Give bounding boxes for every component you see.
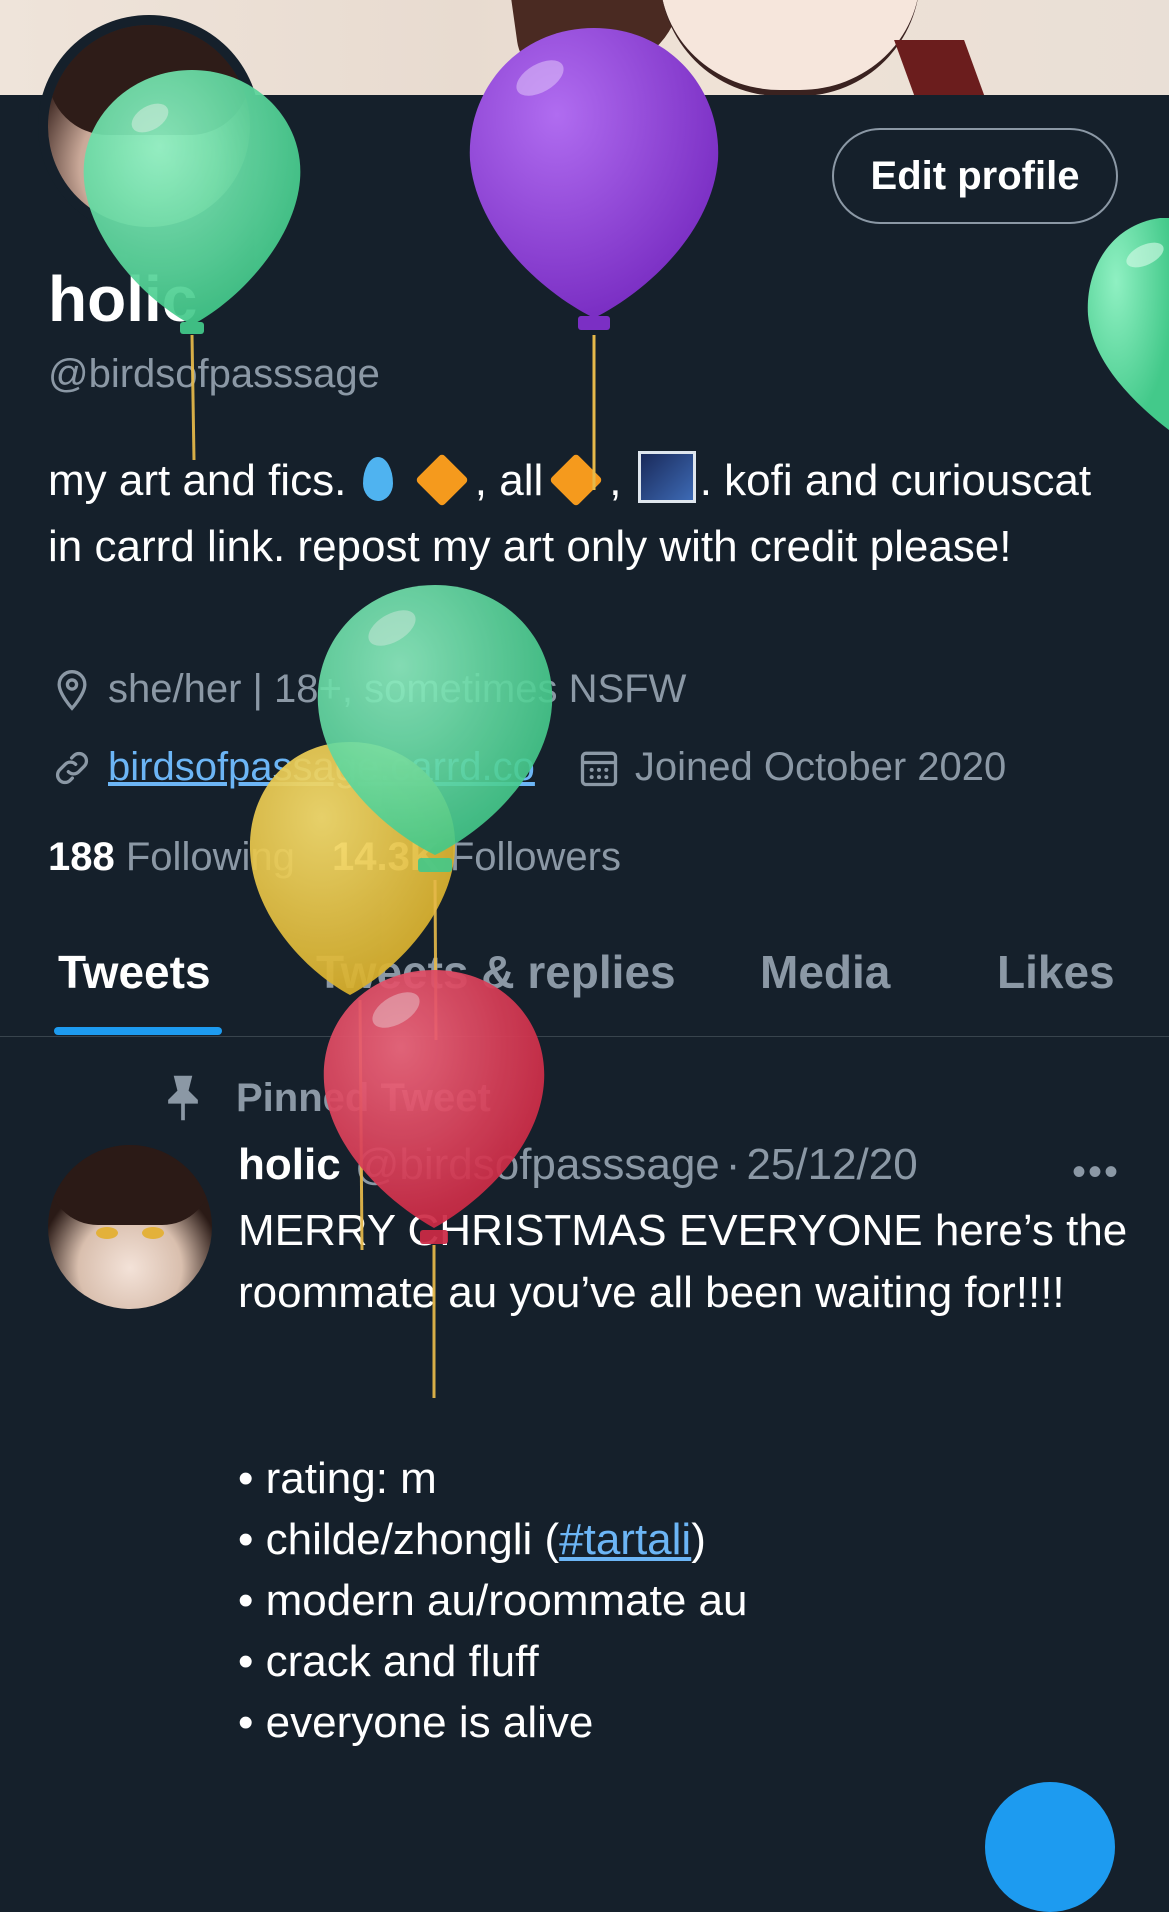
bullet-pairing-close: ): [691, 1515, 706, 1564]
tweet-separator: ·: [725, 1140, 741, 1189]
banner-hair-shape: [508, 0, 692, 82]
profile-website-link[interactable]: birdsofpassage.carrd.co: [108, 745, 535, 790]
bullet-genre: crack and fluff: [238, 1631, 747, 1692]
green-balloon-icon: [1087, 218, 1169, 430]
tweet-date[interactable]: 25/12/20: [746, 1140, 917, 1190]
followers-link[interactable]: 14.3K Followers: [332, 835, 621, 879]
profile-location-row: she/her | 18+, sometimes NSFW: [50, 667, 686, 712]
more-icon[interactable]: •••: [1072, 1150, 1120, 1195]
profile-name: holic: [48, 263, 198, 335]
avatar-hair-shape: [48, 25, 250, 135]
edit-profile-button[interactable]: Edit profile: [832, 128, 1118, 224]
tab-tweets-replies[interactable]: Tweets & replies: [316, 945, 676, 999]
followers-count: 14.3K: [331, 835, 439, 879]
orange-diamond-emoji-icon: [414, 453, 469, 507]
bullet-alive: everyone is alive: [238, 1692, 747, 1753]
banner-face-shape: [660, 0, 920, 95]
purple-balloon-icon: [469, 28, 719, 490]
tweet-text: MERRY CHRISTMAS EVERYONE here’s the room…: [238, 1206, 1128, 1317]
link-icon: [50, 746, 94, 790]
bio-text-1: my art and fics.: [48, 456, 347, 505]
hashtag-link[interactable]: #tartali: [559, 1515, 691, 1564]
milky-way-emoji-icon: [637, 451, 696, 503]
bio-text-3: ,: [609, 456, 622, 505]
followers-label: Followers: [449, 835, 621, 879]
tweet-author-name[interactable]: holic: [238, 1140, 341, 1190]
bio-text-2: , all: [474, 456, 544, 505]
tweet-bullet-list: rating: m childe/zhongli (#tartali) mode…: [238, 1448, 748, 1753]
avatar-eye-shape: [96, 1227, 118, 1239]
bullet-rating: rating: m: [238, 1448, 747, 1509]
profile-tabs: Tweets Tweets & replies Media Likes: [0, 935, 1169, 1037]
following-label: Following: [125, 835, 295, 879]
profile-location: she/her | 18+, sometimes NSFW: [108, 667, 687, 711]
avatar-hair-shape: [48, 1145, 212, 1225]
compose-tweet-button[interactable]: [985, 1782, 1115, 1912]
pinned-tweet-label: Pinned Tweet: [160, 1072, 491, 1124]
tweet-header: holic @birdsofpasssage · 25/12/20: [238, 1140, 918, 1190]
following-count: 188: [48, 835, 115, 879]
pinned-tweet-text: Pinned Tweet: [236, 1075, 491, 1120]
tweet-author-handle[interactable]: @birdsofpasssage: [355, 1140, 720, 1190]
profile-handle: @birdsofpasssage: [48, 352, 380, 396]
profile-bio: my art and fics. , all, . kofi and curio…: [48, 448, 1128, 580]
bullet-pairing: childe/zhongli (#tartali): [238, 1509, 747, 1570]
tab-media[interactable]: Media: [760, 945, 890, 999]
calendar-icon: [577, 746, 621, 790]
avatar-eye-shape: [142, 1227, 164, 1239]
bullet-au: modern au/roommate au: [238, 1570, 748, 1631]
tab-tweets[interactable]: Tweets: [58, 945, 211, 999]
orange-diamond-emoji-icon: [549, 453, 604, 507]
active-tab-indicator: [54, 1027, 222, 1035]
profile-joined-date: Joined October 2020: [634, 745, 1007, 789]
location-pin-icon: [50, 668, 94, 712]
droplet-emoji-icon: [362, 457, 393, 501]
banner-collar-shape: [894, 40, 986, 95]
tab-likes[interactable]: Likes: [997, 945, 1115, 999]
tweet-author-avatar[interactable]: [48, 1145, 212, 1309]
follow-stats: 188 Following 14.3K Followers: [48, 835, 621, 880]
profile-avatar[interactable]: [38, 15, 260, 237]
profile-avatar-image: [48, 25, 250, 227]
bullet-pairing-text: childe/zhongli (: [265, 1515, 560, 1564]
profile-links-row: birdsofpassage.carrd.co Joined October 2…: [50, 745, 1006, 790]
pin-icon: [160, 1072, 206, 1124]
following-link[interactable]: 188 Following: [48, 835, 295, 879]
